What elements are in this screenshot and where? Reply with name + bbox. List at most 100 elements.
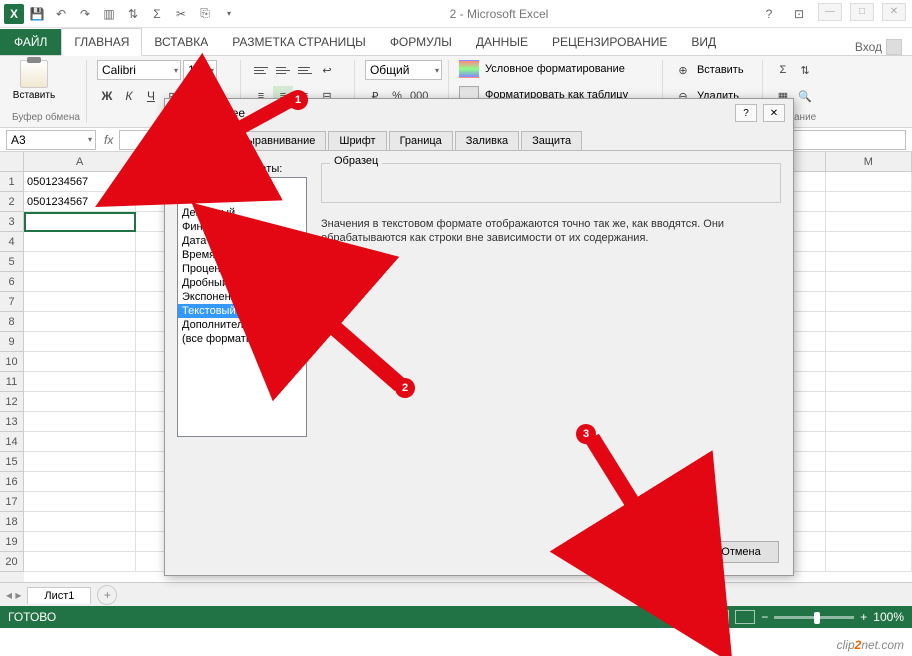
row-header[interactable]: 14 [0, 432, 24, 452]
cut-icon[interactable]: ✂ [170, 3, 192, 25]
normal-view-button[interactable] [683, 610, 703, 624]
format-list-item[interactable]: Дата [178, 234, 306, 248]
row-header[interactable]: 8 [0, 312, 24, 332]
row-header[interactable]: 12 [0, 392, 24, 412]
tab-formulas[interactable]: ФОРМУЛЫ [378, 29, 464, 55]
cell[interactable] [826, 372, 912, 392]
cell[interactable] [826, 552, 912, 572]
tab-home[interactable]: ГЛАВНАЯ [61, 28, 142, 56]
zoom-out-button[interactable]: − [761, 610, 768, 624]
cell[interactable] [24, 452, 136, 472]
sign-in[interactable]: Вход [845, 39, 912, 55]
column-header[interactable]: M [826, 152, 912, 172]
cell[interactable] [826, 312, 912, 332]
add-sheet-button[interactable]: + [97, 585, 117, 605]
column-header[interactable]: A [24, 152, 136, 172]
row-header[interactable]: 4 [0, 232, 24, 252]
cell[interactable] [24, 512, 136, 532]
row-header[interactable]: 1 [0, 172, 24, 192]
font-size-combo[interactable]: 11 [183, 60, 217, 80]
file-tab[interactable]: ФАЙЛ [0, 29, 61, 55]
cell[interactable] [24, 552, 136, 572]
dlg-tab-font[interactable]: Шрифт [328, 131, 386, 150]
fx-button[interactable]: fx [98, 133, 119, 147]
select-all-corner[interactable] [0, 152, 24, 172]
undo-icon[interactable]: ↶ [50, 3, 72, 25]
insert-cells-icon[interactable]: ⊕ [673, 60, 693, 80]
cell[interactable] [24, 252, 136, 272]
align-middle-button[interactable] [273, 60, 293, 80]
cell[interactable] [24, 412, 136, 432]
maximize-button[interactable]: □ [850, 3, 874, 21]
cell[interactable]: 0501234567 [24, 192, 136, 212]
format-list-item[interactable]: Время [178, 248, 306, 262]
row-header[interactable]: 7 [0, 292, 24, 312]
format-list-item[interactable]: Дробный [178, 276, 306, 290]
row-header[interactable]: 16 [0, 472, 24, 492]
align-bottom-button[interactable] [295, 60, 315, 80]
cell[interactable] [24, 372, 136, 392]
row-header[interactable]: 11 [0, 372, 24, 392]
cell[interactable] [826, 332, 912, 352]
cell[interactable] [826, 492, 912, 512]
ribbon-collapse-icon[interactable]: ⊡ [788, 3, 810, 25]
cell[interactable] [24, 312, 136, 332]
number-format-combo[interactable]: Общий [365, 60, 442, 80]
cell[interactable] [826, 172, 912, 192]
new-icon[interactable]: ▥ [98, 3, 120, 25]
qat-more-icon[interactable]: ▾ [218, 3, 240, 25]
dlg-tab-alignment[interactable]: Выравнивание [229, 131, 327, 150]
cell[interactable] [24, 232, 136, 252]
autosum-button[interactable]: Σ [773, 60, 793, 80]
font-name-combo[interactable]: Calibri [97, 60, 181, 80]
pagebreak-view-button[interactable] [735, 610, 755, 624]
dialog-help-button[interactable]: ? [735, 104, 757, 122]
row-header[interactable]: 17 [0, 492, 24, 512]
help-icon[interactable]: ? [758, 3, 780, 25]
bold-button[interactable]: Ж [97, 86, 117, 106]
format-list-item[interactable]: Процентный [178, 262, 306, 276]
cell[interactable] [826, 432, 912, 452]
find-button[interactable]: 🔍 [795, 86, 815, 106]
cell[interactable] [24, 272, 136, 292]
cell[interactable] [826, 412, 912, 432]
ok-button[interactable]: ОК [619, 541, 695, 563]
sort-icon[interactable]: ⇅ [122, 3, 144, 25]
cell[interactable] [826, 272, 912, 292]
cell[interactable] [24, 492, 136, 512]
cell[interactable] [826, 252, 912, 272]
tab-data[interactable]: ДАННЫЕ [464, 29, 540, 55]
dlg-tab-fill[interactable]: Заливка [455, 131, 519, 150]
cell[interactable] [826, 452, 912, 472]
row-header[interactable]: 3 [0, 212, 24, 232]
format-list-item[interactable]: Числовой [178, 192, 306, 206]
paste-button[interactable]: Вставить [12, 60, 56, 101]
dlg-tab-border[interactable]: Граница [389, 131, 453, 150]
row-header[interactable]: 20 [0, 552, 24, 572]
format-list-item[interactable]: Экспоненциальный [178, 290, 306, 304]
tab-insert[interactable]: ВСТАВКА [142, 29, 220, 55]
wrap-button[interactable]: ↩ [317, 60, 337, 80]
cell[interactable] [24, 352, 136, 372]
row-header[interactable]: 10 [0, 352, 24, 372]
row-header[interactable]: 19 [0, 532, 24, 552]
cell[interactable] [24, 332, 136, 352]
format-list-item[interactable]: (все форматы) [178, 332, 306, 346]
cell[interactable] [826, 212, 912, 232]
dlg-tab-protection[interactable]: Защита [521, 131, 582, 150]
row-header[interactable]: 15 [0, 452, 24, 472]
name-box[interactable]: A3 [6, 130, 96, 150]
dialog-close-button[interactable]: ✕ [763, 104, 785, 122]
cell[interactable]: 0501234567 [24, 172, 136, 192]
row-header[interactable]: 13 [0, 412, 24, 432]
cell[interactable] [826, 392, 912, 412]
format-list[interactable]: ОбщийЧисловойДенежныйФинансовыйДатаВремя… [177, 177, 307, 437]
excel-icon[interactable]: X [4, 4, 24, 24]
zoom-slider[interactable] [774, 616, 854, 619]
cell[interactable] [24, 532, 136, 552]
format-list-item[interactable]: Финансовый [178, 220, 306, 234]
cell[interactable] [826, 232, 912, 252]
tab-view[interactable]: ВИД [679, 29, 728, 55]
sheet-tab[interactable]: Лист1 [27, 587, 91, 604]
sum-icon[interactable]: Σ [146, 3, 168, 25]
